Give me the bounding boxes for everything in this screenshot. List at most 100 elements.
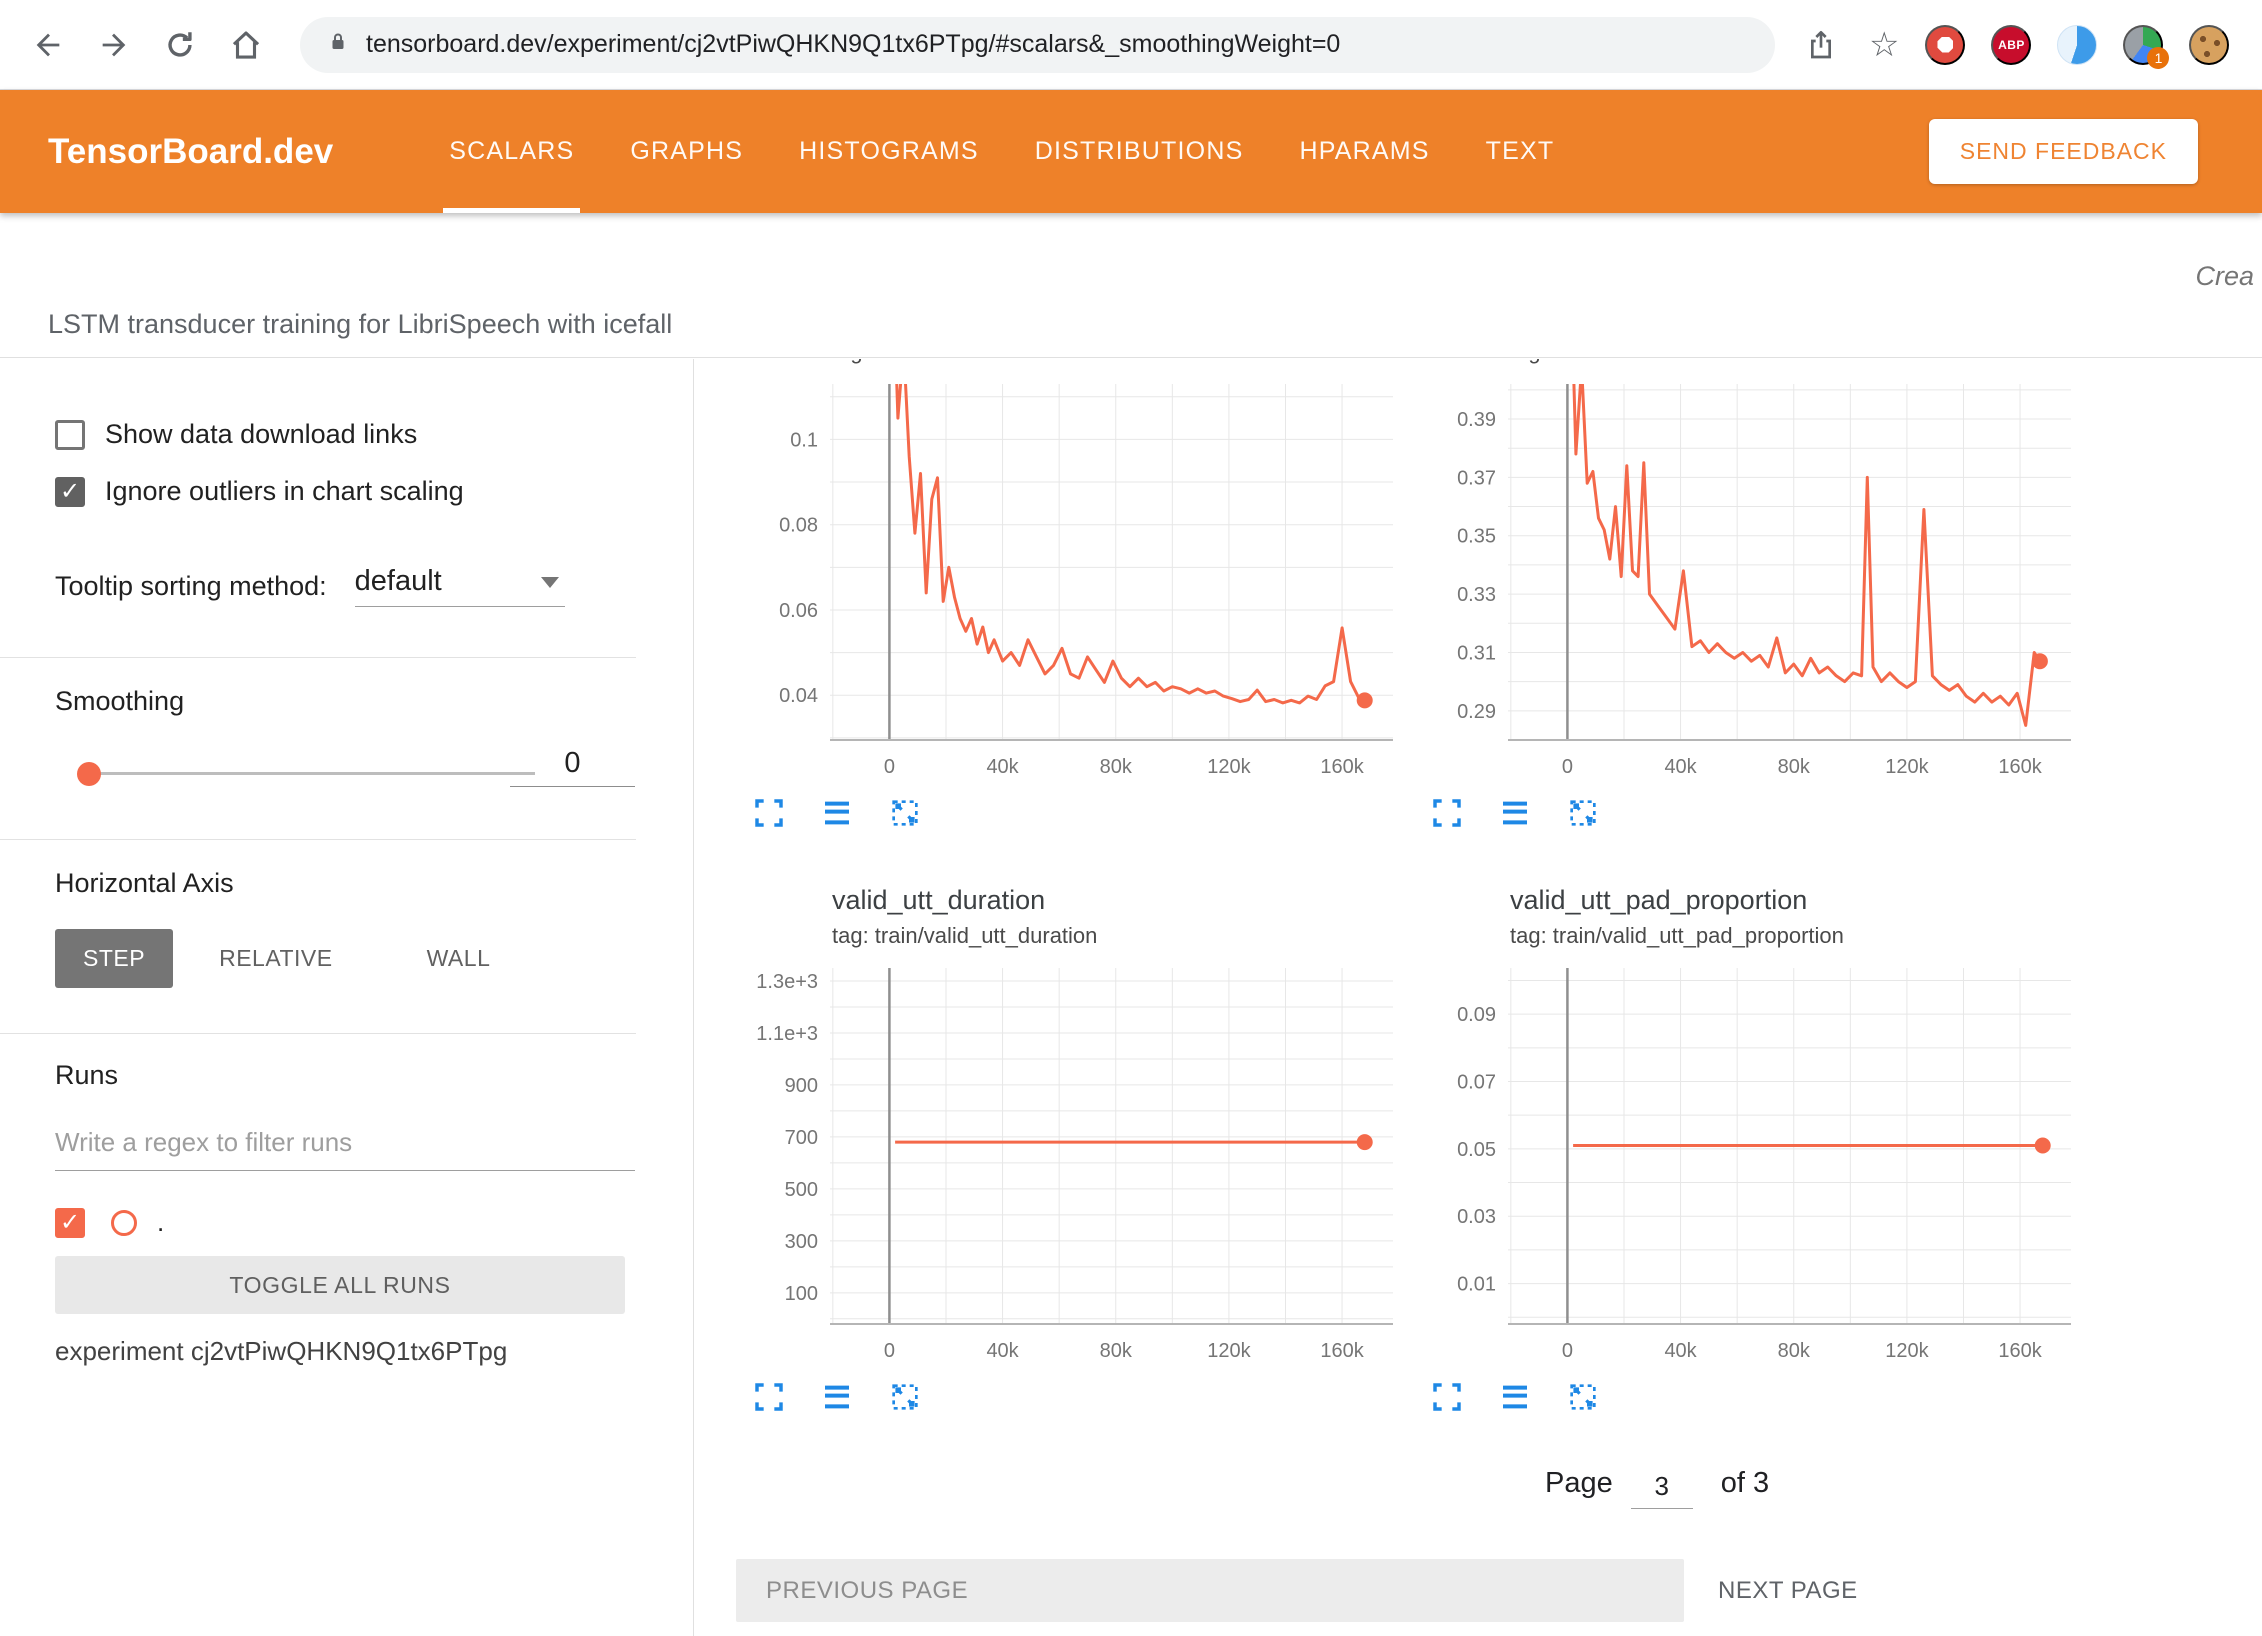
expand-chart-icon[interactable] xyxy=(1427,793,1467,833)
tab-hparams[interactable]: HPARAMS xyxy=(1299,90,1429,213)
axis-step-button[interactable]: STEP xyxy=(55,929,173,988)
line-chart: 0.290.310.330.350.370.39040k80k120k160k xyxy=(1413,384,2076,785)
extension-adblock-icon[interactable] xyxy=(1925,25,1965,65)
bookmark-star-icon[interactable]: ☆ xyxy=(1869,28,1899,62)
chart-title: valid_utt_pad_proportion xyxy=(1413,880,2076,920)
tab-histograms[interactable]: HISTOGRAMS xyxy=(799,90,979,213)
refresh-icon[interactable] xyxy=(158,23,202,67)
share-icon[interactable] xyxy=(1799,23,1843,67)
lock-icon xyxy=(326,30,350,59)
chart-actions xyxy=(749,793,1398,833)
next-page-button[interactable]: NEXT PAGE xyxy=(1718,1577,1858,1605)
svg-text:80k: 80k xyxy=(1778,756,1811,778)
log-scale-icon[interactable] xyxy=(817,793,857,833)
extension-abp-icon[interactable]: ABP xyxy=(1991,25,2031,65)
svg-text:0.06: 0.06 xyxy=(779,600,818,622)
ignore-outliers-checkbox[interactable]: ✓ xyxy=(55,477,85,507)
brand-title: TensorBoard.dev xyxy=(48,132,333,172)
chart-tag: tag: train/… xyxy=(735,359,1398,368)
svg-text:0.08: 0.08 xyxy=(779,515,818,537)
axis-relative-button[interactable]: RELATIVE xyxy=(191,929,361,988)
log-scale-icon[interactable] xyxy=(1495,793,1535,833)
tooltip-sorting-select[interactable]: default xyxy=(355,565,565,607)
expand-chart-icon[interactable] xyxy=(749,1377,789,1417)
url-text: tensorboard.dev/experiment/cj2vtPiwQHKN9… xyxy=(366,30,1340,59)
svg-text:0.03: 0.03 xyxy=(1457,1206,1496,1228)
cookie-icon[interactable] xyxy=(2189,25,2229,65)
chart-tag: tag: train/valid_utt_duration xyxy=(735,920,1398,952)
fit-domain-icon[interactable] xyxy=(885,793,925,833)
page-number-input[interactable] xyxy=(1631,1471,1693,1509)
page-of-label: of 3 xyxy=(1721,1467,1769,1500)
runs-filter-input[interactable] xyxy=(55,1121,635,1171)
ignore-outliers-row: ✓ Ignore outliers in chart scaling xyxy=(55,476,693,507)
extension-blue-icon[interactable] xyxy=(2057,25,2097,65)
toggle-all-runs-button[interactable]: TOGGLE ALL RUNS xyxy=(55,1256,625,1314)
show-download-checkbox[interactable] xyxy=(55,420,85,450)
log-scale-icon[interactable] xyxy=(817,1377,857,1417)
browser-toolbar: tensorboard.dev/experiment/cj2vtPiwQHKN9… xyxy=(0,0,2262,90)
back-icon[interactable] xyxy=(26,23,70,67)
extension-badged-icon[interactable]: 1 xyxy=(2123,25,2163,65)
svg-text:100: 100 xyxy=(785,1283,818,1305)
fit-domain-icon[interactable] xyxy=(1563,793,1603,833)
context-bar: Crea LSTM transducer training for LibriS… xyxy=(0,213,2262,358)
chart-card-valid-utt-duration: valid_utt_duration tag: train/valid_utt_… xyxy=(735,880,1398,1417)
chevron-down-icon xyxy=(541,577,559,588)
axis-wall-button[interactable]: WALL xyxy=(399,929,519,988)
show-download-row: Show data download links xyxy=(55,419,693,450)
app-header: TensorBoard.dev SCALARS GRAPHS HISTOGRAM… xyxy=(0,90,2262,213)
divider xyxy=(0,839,636,840)
svg-text:0: 0 xyxy=(884,756,895,778)
tab-graphs[interactable]: GRAPHS xyxy=(630,90,743,213)
charts-row-top: tag: train/… 0.040.060.080.1040k80k120k1… xyxy=(695,359,2262,880)
line-chart: 0.040.060.080.1040k80k120k160k xyxy=(735,384,1398,785)
run-checkbox[interactable]: ✓ xyxy=(55,1208,85,1238)
smoothing-label-row: Smoothing xyxy=(55,686,693,717)
divider xyxy=(0,1033,636,1034)
charts-row-bottom: valid_utt_duration tag: train/valid_utt_… xyxy=(695,880,2262,1417)
svg-text:0.31: 0.31 xyxy=(1457,642,1496,664)
fit-domain-icon[interactable] xyxy=(1563,1377,1603,1417)
smoothing-slider-knob[interactable] xyxy=(77,762,101,786)
svg-text:80k: 80k xyxy=(1778,1340,1811,1362)
svg-text:0: 0 xyxy=(884,1340,895,1362)
svg-text:40k: 40k xyxy=(1664,1340,1697,1362)
home-icon[interactable] xyxy=(224,23,268,67)
chart-card-top-right: tag: train/… 0.290.310.330.350.370.39040… xyxy=(1413,359,2076,833)
expand-chart-icon[interactable] xyxy=(1427,1377,1467,1417)
chart-title: valid_utt_duration xyxy=(735,880,1398,920)
svg-text:900: 900 xyxy=(785,1075,818,1097)
chart-card-valid-utt-pad-proportion: valid_utt_pad_proportion tag: train/vali… xyxy=(1413,880,2076,1417)
tooltip-sorting-value: default xyxy=(355,565,442,597)
tab-text[interactable]: TEXT xyxy=(1486,90,1555,213)
smoothing-value-input[interactable] xyxy=(510,747,635,787)
tab-distributions[interactable]: DISTRIBUTIONS xyxy=(1035,90,1244,213)
address-bar[interactable]: tensorboard.dev/experiment/cj2vtPiwQHKN9… xyxy=(300,17,1775,73)
log-scale-icon[interactable] xyxy=(1495,1377,1535,1417)
send-feedback-button[interactable]: SEND FEEDBACK xyxy=(1929,119,2198,184)
show-download-label: Show data download links xyxy=(105,419,417,450)
chart-tag: tag: train/… xyxy=(1413,359,2076,368)
expand-chart-icon[interactable] xyxy=(749,793,789,833)
previous-page-button[interactable]: PREVIOUS PAGE xyxy=(736,1559,1684,1622)
fit-domain-icon[interactable] xyxy=(885,1377,925,1417)
tab-scalars[interactable]: SCALARS xyxy=(449,90,574,213)
svg-text:500: 500 xyxy=(785,1179,818,1201)
forward-icon[interactable] xyxy=(92,23,136,67)
divider xyxy=(0,657,636,658)
chart-actions xyxy=(1427,1377,2076,1417)
svg-text:1.1e+3: 1.1e+3 xyxy=(756,1023,818,1045)
chart-card-top-left: tag: train/… 0.040.060.080.1040k80k120k1… xyxy=(735,359,1398,833)
svg-text:0.29: 0.29 xyxy=(1457,701,1496,723)
svg-text:160k: 160k xyxy=(1320,1340,1364,1362)
svg-text:700: 700 xyxy=(785,1127,818,1149)
horizontal-axis-label-row: Horizontal Axis xyxy=(55,868,693,899)
svg-text:160k: 160k xyxy=(1998,756,2042,778)
smoothing-slider-track[interactable] xyxy=(89,772,535,775)
chart-actions xyxy=(749,1377,1398,1417)
hand-shape xyxy=(1937,37,1953,53)
svg-text:0.09: 0.09 xyxy=(1457,1004,1496,1026)
svg-text:40k: 40k xyxy=(986,1340,1019,1362)
run-row[interactable]: ✓ . xyxy=(55,1207,693,1238)
